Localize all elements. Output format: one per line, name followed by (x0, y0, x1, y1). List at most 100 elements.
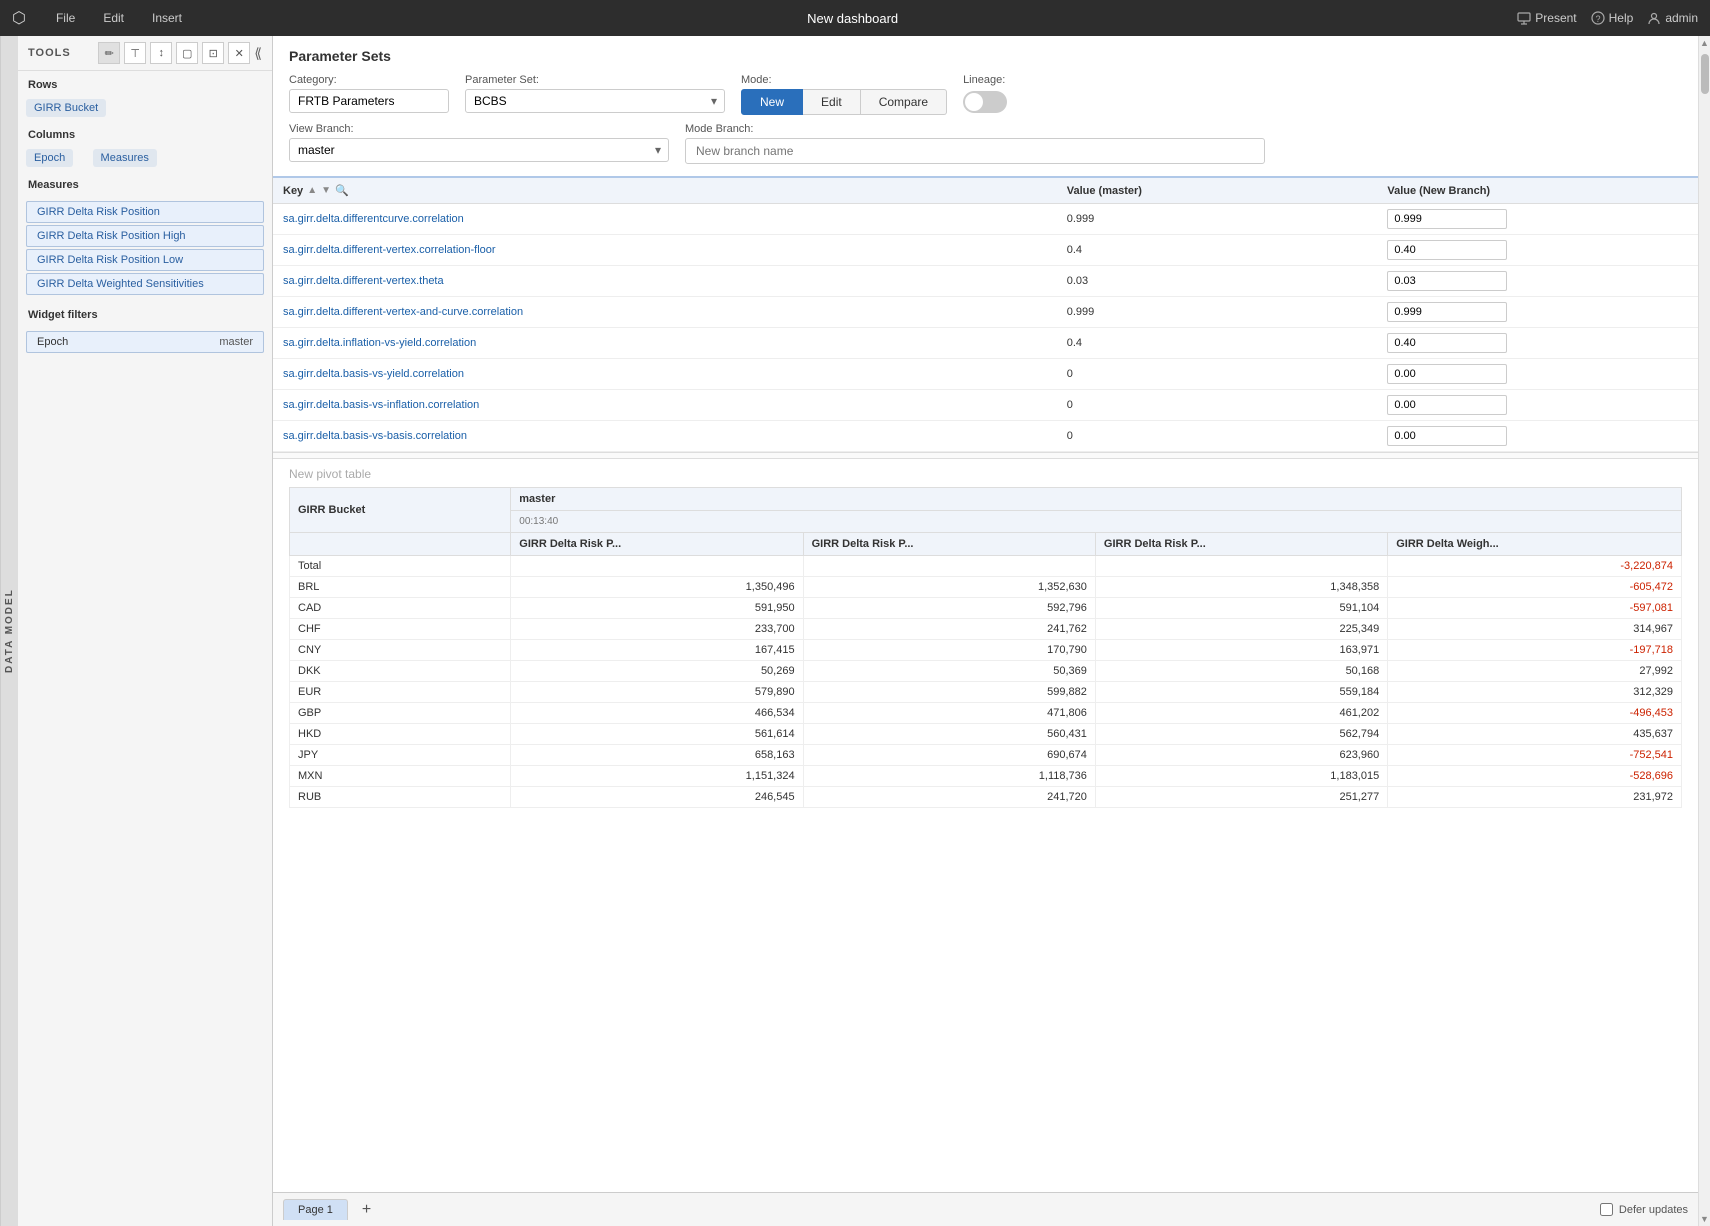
kv-new-val-input[interactable] (1387, 240, 1507, 260)
collapse-panel-icon[interactable]: ⟪ (254, 45, 262, 62)
kv-table-container: Key ▲ ▼ 🔍 Value (master) Value (New Bran… (273, 178, 1698, 458)
columns-section-label: Columns (18, 121, 272, 145)
tool-x[interactable]: ✕ (228, 42, 250, 64)
scroll-up-button[interactable]: ▲ (1699, 36, 1710, 50)
kv-new-val-input[interactable] (1387, 209, 1507, 229)
pivot-v4: -528,696 (1388, 766, 1682, 787)
page-1-tab[interactable]: Page 1 (283, 1199, 348, 1220)
kv-new-val-input[interactable] (1387, 271, 1507, 291)
pivot-v4: 435,637 (1388, 724, 1682, 745)
pivot-v4: 231,972 (1388, 787, 1682, 808)
pivot-table-row: JPY 658,163 690,674 623,960 -752,541 (290, 745, 1682, 766)
view-branch-select[interactable]: master (289, 138, 669, 162)
columns-pill-measures[interactable]: Measures (93, 149, 157, 167)
columns-pill-epoch[interactable]: Epoch (26, 149, 73, 167)
pivot-v2: 1,352,630 (803, 577, 1095, 598)
pivot-v1: 167,415 (511, 640, 803, 661)
kv-new-val-input[interactable] (1387, 333, 1507, 353)
present-button[interactable]: Present (1517, 11, 1576, 25)
kv-new-val-cell[interactable] (1377, 359, 1698, 390)
measure-item-1[interactable]: GIRR Delta Risk Position High (26, 225, 264, 247)
pivot-v4: -752,541 (1388, 745, 1682, 766)
pivot-v2: 599,882 (803, 682, 1095, 703)
kv-new-val-cell[interactable] (1377, 235, 1698, 266)
menu-insert[interactable]: Insert (146, 7, 188, 29)
mode-compare-button[interactable]: Compare (861, 89, 947, 115)
admin-button[interactable]: admin (1647, 11, 1698, 25)
rows-pill-girr[interactable]: GIRR Bucket (26, 99, 106, 117)
kv-table-row: sa.girr.delta.different-vertex-and-curve… (273, 297, 1698, 328)
topbar-right-actions: Present ? Help admin (1517, 11, 1698, 25)
pivot-v1: 246,545 (511, 787, 803, 808)
category-input[interactable] (289, 89, 449, 113)
kv-new-val-input[interactable] (1387, 302, 1507, 322)
kv-new-val-cell[interactable] (1377, 328, 1698, 359)
pivot-v1: 1,151,324 (511, 766, 803, 787)
kv-new-val-cell[interactable] (1377, 204, 1698, 235)
pivot-v1: 579,890 (511, 682, 803, 703)
tool-square2[interactable]: ⊡ (202, 42, 224, 64)
measure-item-3[interactable]: GIRR Delta Weighted Sensitivities (26, 273, 264, 295)
pivot-v2: 560,431 (803, 724, 1095, 745)
scroll-thumb[interactable] (1701, 54, 1709, 94)
menu-edit[interactable]: Edit (97, 7, 130, 29)
tool-filter[interactable]: ⊤ (124, 42, 146, 64)
lineage-toggle[interactable] (963, 91, 1007, 113)
param-set-select[interactable]: BCBS (465, 89, 725, 113)
kv-new-val-cell[interactable] (1377, 266, 1698, 297)
main-content: Parameter Sets Category: Parameter Set: … (273, 36, 1698, 1226)
kv-col-key: Key ▲ ▼ 🔍 (273, 178, 1057, 204)
svg-text:?: ? (1595, 14, 1600, 24)
mode-edit-button[interactable]: Edit (803, 89, 861, 115)
kv-new-val-cell[interactable] (1377, 297, 1698, 328)
pivot-v3 (1095, 556, 1387, 577)
menu-file[interactable]: File (50, 7, 81, 29)
pivot-time: 00:13:40 (511, 511, 1682, 533)
view-branch-label: View Branch: (289, 123, 669, 135)
pivot-v2: 241,762 (803, 619, 1095, 640)
param-panel: Parameter Sets Category: Parameter Set: … (273, 36, 1698, 178)
scroll-down-button[interactable]: ▼ (1699, 1212, 1710, 1226)
kv-new-val-input[interactable] (1387, 426, 1507, 446)
sort-up-icon[interactable]: ▲ (307, 185, 317, 196)
tool-pencil[interactable]: ✏ (98, 42, 120, 64)
pivot-row-label: CAD (290, 598, 511, 619)
kv-actions: Discard Changes View Summary (273, 452, 1698, 458)
filter-row-epoch[interactable]: Epoch master (26, 331, 264, 353)
pivot-v2: 471,806 (803, 703, 1095, 724)
kv-new-val-input[interactable] (1387, 395, 1507, 415)
pivot-row-label: CNY (290, 640, 511, 661)
help-button[interactable]: ? Help (1591, 11, 1634, 25)
kv-table-row: sa.girr.delta.basis-vs-basis.correlation… (273, 421, 1698, 452)
pivot-v2: 241,720 (803, 787, 1095, 808)
mode-new-button[interactable]: New (741, 89, 803, 115)
mode-branch-input[interactable] (685, 138, 1265, 164)
measure-item-0[interactable]: GIRR Delta Risk Position (26, 201, 264, 223)
kv-new-val-cell[interactable] (1377, 421, 1698, 452)
kv-new-val-cell[interactable] (1377, 390, 1698, 421)
kv-key-cell: sa.girr.delta.basis-vs-inflation.correla… (273, 390, 1057, 421)
pivot-v3: 163,971 (1095, 640, 1387, 661)
pivot-v4: 312,329 (1388, 682, 1682, 703)
kv-master-val: 0.4 (1057, 328, 1378, 359)
tools-icons: ✏ ⊤ ↕ ▢ ⊡ ✕ ⟪ (98, 42, 262, 64)
pivot-v3: 461,202 (1095, 703, 1387, 724)
defer-updates-checkbox[interactable] (1600, 1203, 1613, 1216)
pivot-v1: 1,350,496 (511, 577, 803, 598)
kv-key-cell: sa.girr.delta.different-vertex-and-curve… (273, 297, 1057, 328)
sort-down-icon[interactable]: ▼ (321, 185, 331, 196)
tool-sort[interactable]: ↕ (150, 42, 172, 64)
kv-new-val-input[interactable] (1387, 364, 1507, 384)
pivot-v2 (803, 556, 1095, 577)
measure-item-2[interactable]: GIRR Delta Risk Position Low (26, 249, 264, 271)
add-page-button[interactable]: + (356, 1199, 377, 1221)
scroll-track (1699, 50, 1710, 1212)
tool-square[interactable]: ▢ (176, 42, 198, 64)
pivot-v3: 1,183,015 (1095, 766, 1387, 787)
pivot-table: GIRR Bucket master 00:13:40 GIRR Delta R… (289, 487, 1682, 808)
pivot-empty-header (290, 533, 511, 556)
right-scrollbar: ▲ ▼ (1698, 36, 1710, 1226)
data-model-label: DATA MODEL (0, 36, 18, 1226)
pivot-v1: 50,269 (511, 661, 803, 682)
search-icon[interactable]: 🔍 (335, 184, 349, 197)
